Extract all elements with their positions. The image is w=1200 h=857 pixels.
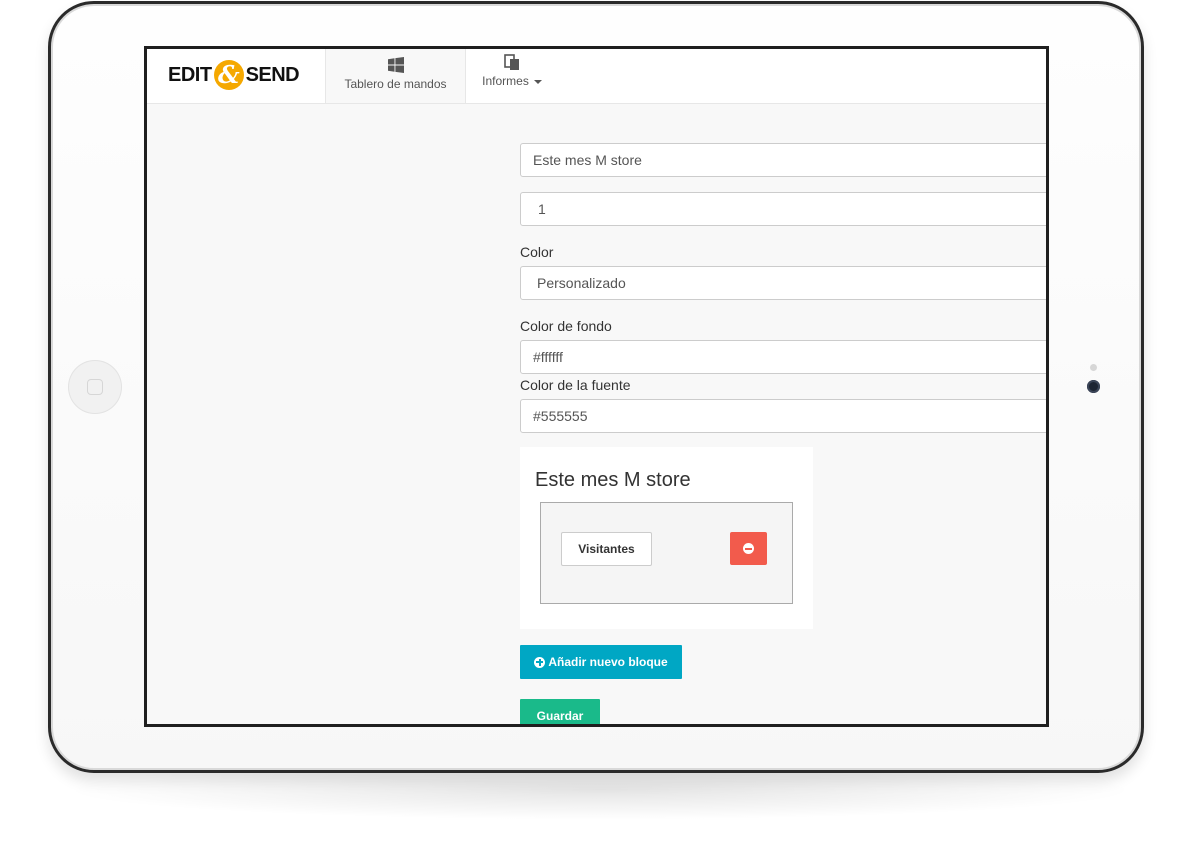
windows-icon: [387, 57, 404, 73]
plus-circle-icon: [534, 656, 546, 668]
tab-dashboard-label: Tablero de mandos: [344, 77, 447, 91]
visitors-block-button[interactable]: Visitantes: [561, 532, 652, 566]
color-select[interactable]: Personalizado: [520, 266, 1046, 300]
add-block-button[interactable]: Añadir nuevo bloque: [520, 645, 682, 679]
tab-reports[interactable]: Informes: [466, 49, 558, 103]
block-title-input[interactable]: [520, 143, 1046, 177]
block-preview: Este mes M store Visitantes: [520, 447, 813, 629]
logo-ampersand: &: [213, 60, 244, 90]
tab-dashboard[interactable]: Tablero de mandos: [326, 49, 466, 103]
remove-block-button[interactable]: [730, 532, 767, 565]
reports-icon: [504, 54, 519, 70]
color-label: Color: [520, 244, 554, 260]
minus-circle-icon: [743, 543, 754, 554]
bg-color-input[interactable]: [520, 340, 1046, 374]
sensor-dot: [1090, 364, 1097, 371]
preview-title: Este mes M store: [535, 469, 691, 491]
brand[interactable]: EDIT & SEND: [147, 49, 326, 103]
home-button-icon: [87, 379, 103, 395]
order-input[interactable]: [520, 192, 1046, 226]
tab-reports-text: Informes: [482, 74, 529, 88]
camera-icon: [1087, 380, 1100, 393]
logo: EDIT & SEND: [168, 59, 300, 91]
save-button[interactable]: Guardar: [520, 699, 600, 724]
block-box: Visitantes: [540, 502, 793, 604]
bg-color-label: Color de fondo: [520, 318, 612, 334]
logo-text-right: SEND: [245, 63, 300, 86]
home-button: [68, 360, 122, 414]
font-color-input[interactable]: [520, 399, 1046, 433]
top-navbar: EDIT & SEND Tablero de mandos Informes: [147, 49, 1046, 104]
add-block-label: Añadir nuevo bloque: [548, 655, 668, 669]
font-color-label: Color de la fuente: [520, 377, 631, 393]
tablet-screen: EDIT & SEND Tablero de mandos Informes C…: [144, 46, 1049, 727]
tab-reports-label: Informes: [466, 74, 558, 88]
chevron-down-icon: [533, 79, 542, 84]
logo-text-left: EDIT: [168, 63, 212, 86]
